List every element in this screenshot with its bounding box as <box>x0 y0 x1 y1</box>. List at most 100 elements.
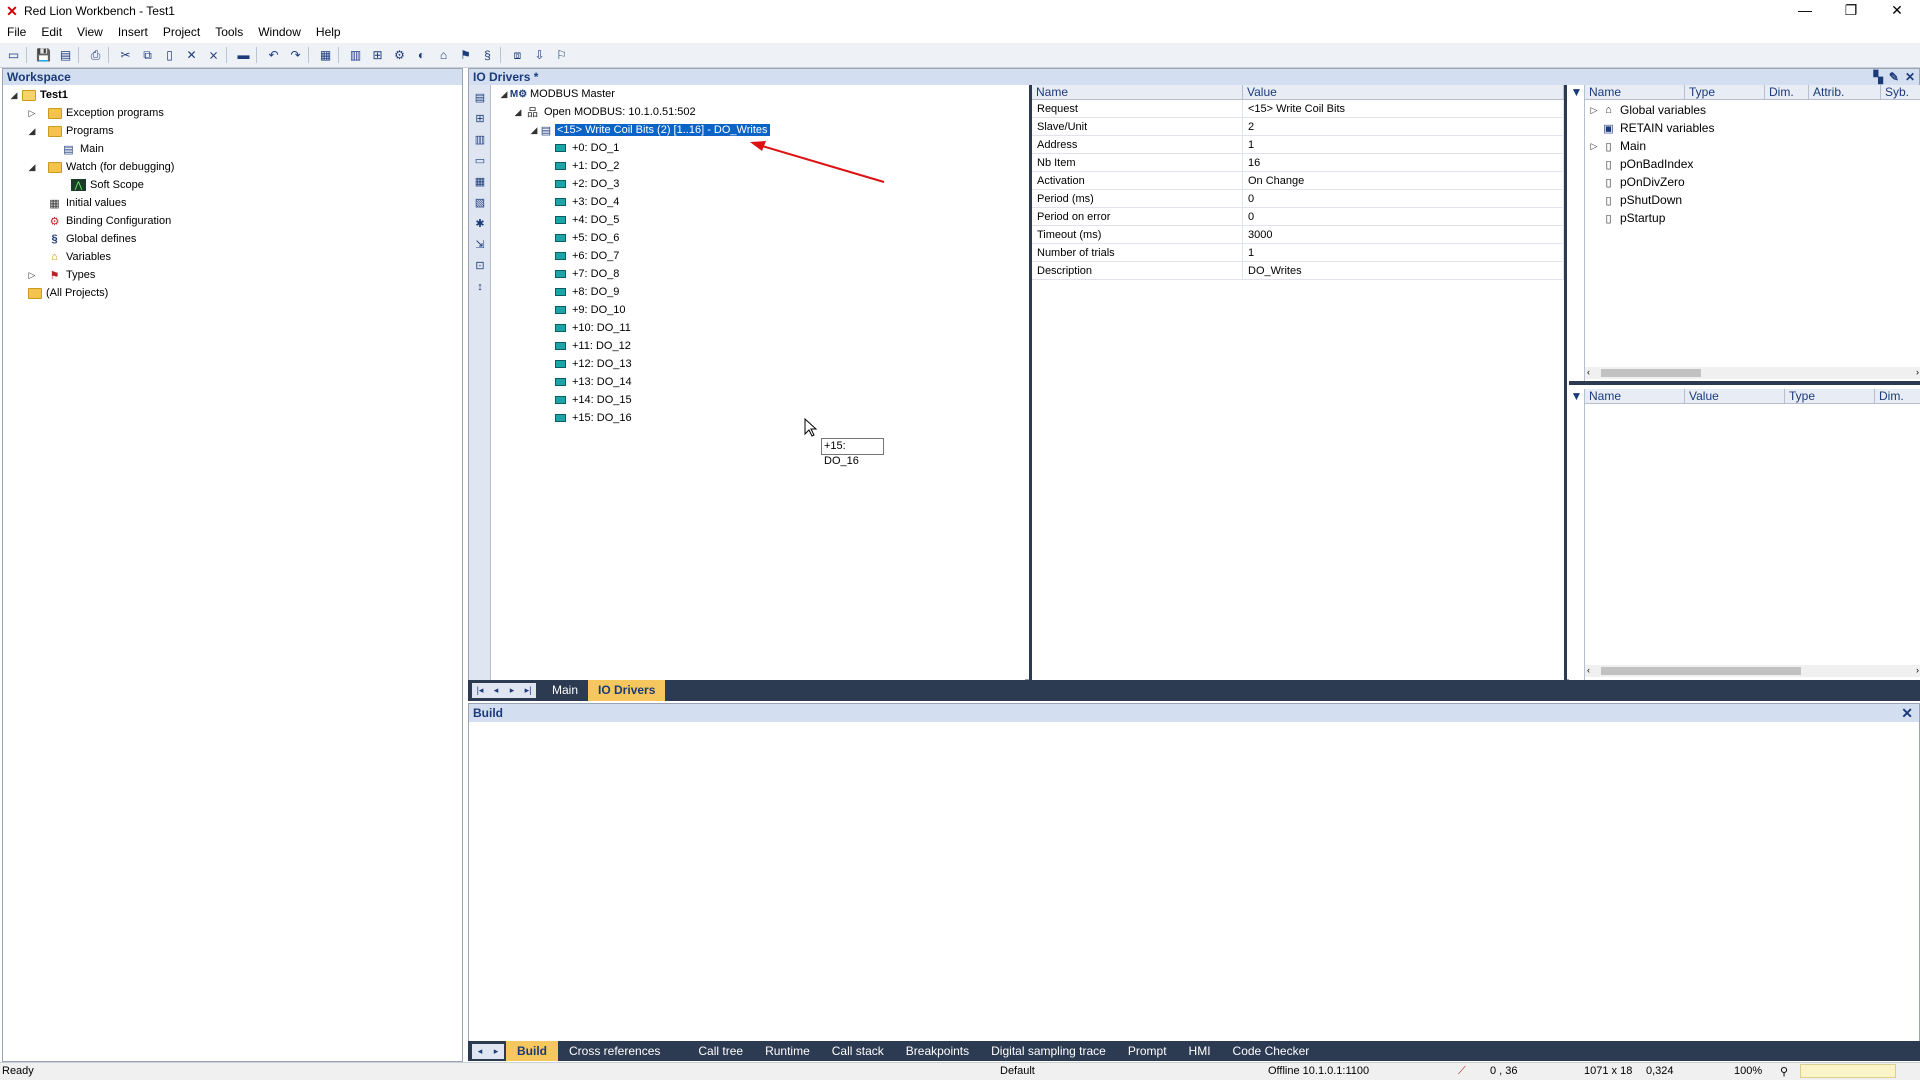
download-icon[interactable]: ⇩ <box>530 46 549 65</box>
coil-item[interactable]: +2: DO_3 <box>553 175 619 193</box>
close-button[interactable]: ✕ <box>1874 0 1920 22</box>
tab-io-drivers[interactable]: IO Drivers <box>588 680 666 701</box>
property-value[interactable]: On Change <box>1243 172 1564 189</box>
coil-item[interactable]: +5: DO_6 <box>553 229 619 247</box>
home-icon[interactable]: ⌂ <box>434 46 453 65</box>
next-tab-icon[interactable]: ▸ <box>488 1044 504 1059</box>
print-icon[interactable]: ⎙ <box>86 46 105 65</box>
scroll-left-icon[interactable]: ‹ <box>1587 367 1590 377</box>
coil-item[interactable]: +4: DO_5 <box>553 211 619 229</box>
find-icon[interactable]: ▬ <box>234 46 253 65</box>
defines-toolbar-icon[interactable]: § <box>478 46 497 65</box>
collapse-icon[interactable]: ◢ <box>527 125 541 136</box>
move-icon[interactable]: ↕ <box>472 279 488 295</box>
coil-item[interactable]: +10: DO_11 <box>553 319 631 337</box>
prev-tab-icon[interactable]: ◂ <box>472 1044 488 1059</box>
star-icon[interactable]: ✱ <box>472 216 488 232</box>
delete-all-icon[interactable]: ⨯ <box>204 46 223 65</box>
debug-icon[interactable]: ◐ <box>412 46 431 65</box>
tree-item-global-defines[interactable]: § Global defines <box>47 230 136 248</box>
variable-group[interactable]: ▯ pOnDivZero <box>1587 173 1684 191</box>
menu-window[interactable]: Window <box>251 25 309 39</box>
io-tree-request[interactable]: ◢ ▤ <15> Write Coil Bits (2) [1..16] - D… <box>527 121 770 139</box>
edit-item-icon[interactable]: ▭ <box>472 153 488 169</box>
property-row[interactable]: Description DO_Writes <box>1032 262 1564 280</box>
menu-tools[interactable]: Tools <box>208 25 251 39</box>
table-view-icon[interactable]: ▦ <box>472 174 488 190</box>
io-tree-connection[interactable]: ◢ 品 Open MODBUS: 10.1.0.51:502 <box>511 103 696 121</box>
property-value[interactable]: 16 <box>1243 154 1564 171</box>
coil-item[interactable]: +3: DO_4 <box>553 193 619 211</box>
property-row[interactable]: Request <15> Write Coil Bits <box>1032 100 1564 118</box>
property-row[interactable]: Number of trials 1 <box>1032 244 1564 262</box>
expand-icon[interactable]: ▷ <box>1587 141 1601 152</box>
restore-button[interactable]: ❐ <box>1828 0 1874 22</box>
tab-hmi[interactable]: HMI <box>1178 1041 1222 1061</box>
filter-icon[interactable]: ▼ <box>1569 389 1585 681</box>
coil-item[interactable]: +0: DO_1 <box>553 139 619 157</box>
tree-item-variables[interactable]: ⌂ Variables <box>47 248 111 266</box>
menu-edit[interactable]: Edit <box>34 25 70 39</box>
collapse-icon[interactable]: ◢ <box>25 162 39 173</box>
save-icon[interactable]: 💾 <box>34 46 53 65</box>
save-all-icon[interactable]: ▤ <box>56 46 75 65</box>
tab-code-checker[interactable]: Code Checker <box>1222 1041 1321 1061</box>
tab-call-tree[interactable]: Call tree <box>687 1041 754 1061</box>
prev-tab-icon[interactable]: ◂ <box>488 683 504 698</box>
scroll-thumb[interactable] <box>1601 369 1701 377</box>
scroll-right-icon[interactable]: › <box>1916 665 1919 675</box>
property-value[interactable]: 3000 <box>1243 226 1564 243</box>
property-row[interactable]: Timeout (ms) 3000 <box>1032 226 1564 244</box>
tab-main[interactable]: Main <box>542 680 588 701</box>
tree-item-all-projects[interactable]: (All Projects) <box>27 284 108 302</box>
minimize-button[interactable]: — <box>1782 0 1828 22</box>
tab-call-stack[interactable]: Call stack <box>821 1041 895 1061</box>
layout-icon[interactable]: ▚ <box>1874 69 1883 85</box>
close-icon[interactable]: ✕ <box>1905 69 1915 85</box>
io-tree-master[interactable]: ◢ M⚙ MODBUS Master <box>497 85 615 103</box>
menu-project[interactable]: Project <box>156 25 208 39</box>
property-row[interactable]: Period on error 0 <box>1032 208 1564 226</box>
variable-group[interactable]: ▯ pShutDown <box>1587 191 1682 209</box>
coil-item[interactable]: +6: DO_7 <box>553 247 619 265</box>
first-tab-icon[interactable]: |◂ <box>472 683 488 698</box>
expand-all-icon[interactable]: ⊡ <box>472 258 488 274</box>
window-icon[interactable]: ⧈ <box>508 46 527 65</box>
property-row[interactable]: Slave/Unit 2 <box>1032 118 1564 136</box>
grid-icon[interactable]: ▥ <box>346 46 365 65</box>
property-value[interactable]: <15> Write Coil Bits <box>1243 100 1564 117</box>
online-icon[interactable]: ⚐ <box>552 46 571 65</box>
redo-icon[interactable]: ↷ <box>286 46 305 65</box>
network-icon[interactable]: ⊞ <box>368 46 387 65</box>
add-master-icon[interactable]: ▤ <box>472 90 488 106</box>
tree-item-initial-values[interactable]: ▦ Initial values <box>47 194 126 212</box>
paste-icon[interactable]: ▯ <box>160 46 179 65</box>
tab-prompt[interactable]: Prompt <box>1117 1041 1178 1061</box>
add-request-icon[interactable]: ▥ <box>472 132 488 148</box>
map-icon[interactable]: ⇲ <box>472 237 488 253</box>
build-icon[interactable]: ▦ <box>316 46 335 65</box>
delete-icon[interactable]: ✕ <box>182 46 201 65</box>
types-toolbar-icon[interactable]: ⚑ <box>456 46 475 65</box>
property-row[interactable]: Address 1 <box>1032 136 1564 154</box>
tree-item-soft-scope[interactable]: ⋀ Soft Scope <box>71 176 144 194</box>
variable-group[interactable]: ▷ ⌂ Global variables <box>1587 101 1707 119</box>
expand-icon[interactable]: ▷ <box>25 108 39 119</box>
property-row[interactable]: Activation On Change <box>1032 172 1564 190</box>
property-row[interactable]: Nb Item 16 <box>1032 154 1564 172</box>
property-value[interactable]: 0 <box>1243 208 1564 225</box>
variables-hscroll[interactable]: ‹ › <box>1585 367 1920 379</box>
next-tab-icon[interactable]: ▸ <box>504 683 520 698</box>
last-tab-icon[interactable]: ▸| <box>520 683 536 698</box>
io-icon[interactable]: ⚙ <box>390 46 409 65</box>
variable-group[interactable]: ▯ pStartup <box>1587 209 1665 227</box>
coil-item[interactable]: +14: DO_15 <box>553 391 632 409</box>
variable-group[interactable]: ▣ RETAIN variables <box>1587 119 1714 137</box>
tab-breakpoints[interactable]: Breakpoints <box>895 1041 980 1061</box>
collapse-icon[interactable]: ◢ <box>25 126 39 137</box>
tree-item-types[interactable]: ▷ ⚑ Types <box>25 266 96 284</box>
property-value[interactable]: 0 <box>1243 190 1564 207</box>
tab-digital-sampling-trace[interactable]: Digital sampling trace <box>980 1041 1117 1061</box>
property-value[interactable]: 1 <box>1243 136 1564 153</box>
filter-icon[interactable]: ▼ <box>1569 85 1585 381</box>
